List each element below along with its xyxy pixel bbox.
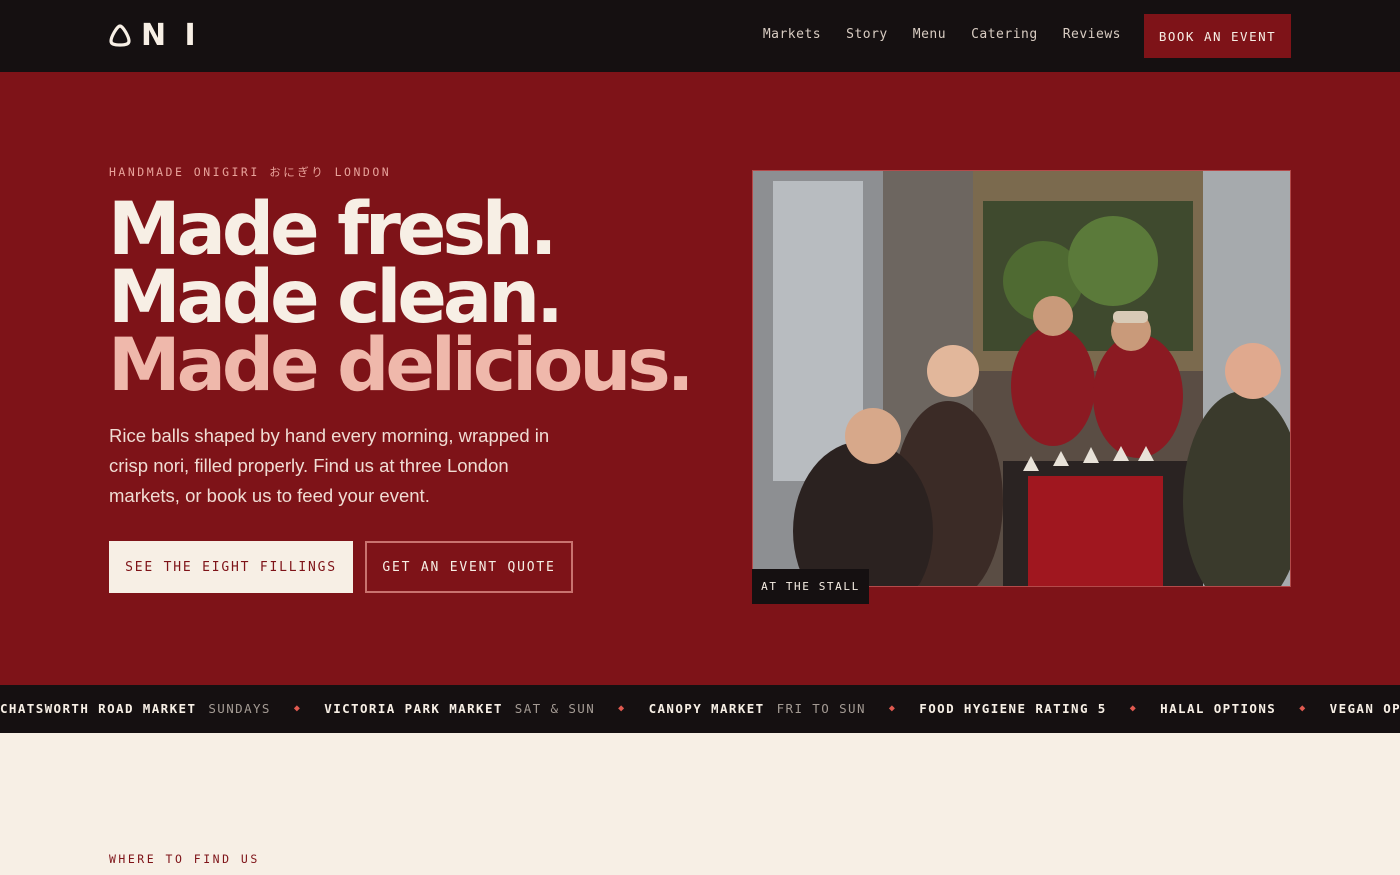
hero-eyebrow: HANDMADE ONIGIRI おにぎり LONDON xyxy=(109,165,392,179)
hero-section: HANDMADE ONIGIRI おにぎり LONDON Made fresh.… xyxy=(0,72,1400,685)
ticker-market-days: FRI TO SUN xyxy=(776,701,866,716)
see-fillings-button[interactable]: SEE THE EIGHT FILLINGS xyxy=(109,541,353,593)
brand-logo[interactable]: N I xyxy=(109,18,200,53)
ticker-item: VEGAN OPTIONS xyxy=(1330,701,1400,716)
ticker-hygiene-rating: FOOD HYGIENE RATING 5 xyxy=(919,701,1107,716)
diamond-icon: ◆ xyxy=(618,703,626,714)
photo-caption: AT THE STALL xyxy=(752,569,869,604)
onigiri-logo-icon xyxy=(109,24,131,47)
hero-headline: Made fresh. Made clean. Made delicious. xyxy=(108,187,694,408)
diamond-icon: ◆ xyxy=(1299,703,1307,714)
event-quote-button[interactable]: GET AN EVENT QUOTE xyxy=(365,541,573,593)
diamond-icon: ◆ xyxy=(1129,703,1138,714)
nav-link-markets[interactable]: Markets xyxy=(763,27,821,42)
diamond-icon: ◆ xyxy=(888,703,897,714)
site-header: N I Markets Story Menu Catering Reviews … xyxy=(0,0,1400,72)
stall-photo xyxy=(752,170,1291,587)
nav-link-story[interactable]: Story xyxy=(846,27,888,42)
ticker-item: VICTORIA PARK MARKET SAT & SUN ◆ xyxy=(324,701,648,716)
brand-wordmark: N I xyxy=(141,17,200,53)
ticker-item: HALAL OPTIONS ◆ xyxy=(1160,701,1329,716)
section-label: WHERE TO FIND US xyxy=(109,852,260,866)
diamond-icon: ◆ xyxy=(293,703,302,714)
ticker-vegan: VEGAN OPTIONS xyxy=(1329,701,1400,716)
main-nav: Markets Story Menu Catering Reviews xyxy=(763,27,1121,42)
ticker-item: CHATSWORTH ROAD MARKET SUNDAYS ◆ xyxy=(0,701,324,716)
ticker-market-name: CHATSWORTH ROAD MARKET xyxy=(0,701,197,716)
ticker-market-name: CANOPY MARKET xyxy=(648,701,765,716)
headline-line-2: Made clean. xyxy=(108,255,564,340)
nav-link-reviews[interactable]: Reviews xyxy=(1063,27,1121,42)
hero-description: Rice balls shaped by hand every morning,… xyxy=(109,425,550,506)
ticker-track: CHATSWORTH ROAD MARKET SUNDAYS ◆ VICTORI… xyxy=(0,701,1400,716)
nav-link-menu[interactable]: Menu xyxy=(913,27,946,42)
ticker-market-days: SUNDAYS xyxy=(208,701,271,716)
book-event-button[interactable]: BOOK AN EVENT xyxy=(1144,14,1291,58)
markets-ticker: CHATSWORTH ROAD MARKET SUNDAYS ◆ VICTORI… xyxy=(0,685,1400,733)
headline-line-1: Made fresh. xyxy=(108,187,558,272)
ticker-market-days: SAT & SUN xyxy=(514,701,596,716)
ticker-item: FOOD HYGIENE RATING 5 ◆ xyxy=(919,701,1160,716)
ticker-halal: HALAL OPTIONS xyxy=(1160,701,1277,716)
nav-link-catering[interactable]: Catering xyxy=(971,27,1038,42)
headline-line-3: Made delicious. xyxy=(108,323,694,408)
ticker-market-name: VICTORIA PARK MARKET xyxy=(324,701,503,716)
ticker-item: CANOPY MARKET FRI TO SUN ◆ xyxy=(649,701,920,716)
